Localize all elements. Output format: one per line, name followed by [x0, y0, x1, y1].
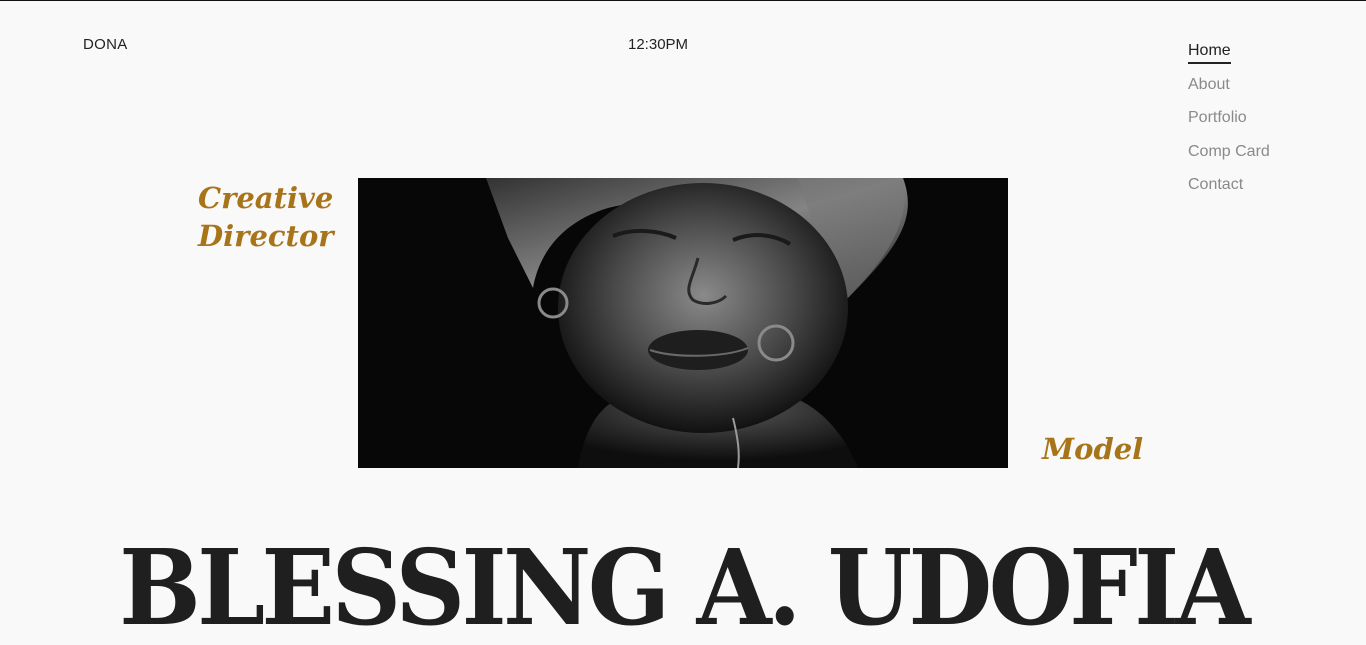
role-label-model: Model [1042, 432, 1144, 466]
nav-item-label: About [1188, 75, 1230, 93]
nav-item-label: Comp Card [1188, 142, 1270, 160]
nav-item-home[interactable]: Home [1188, 34, 1270, 68]
nav-item-contact[interactable]: Contact [1188, 168, 1270, 202]
role-line: Creative [198, 181, 334, 215]
hero-name-heading: BLESSING A. UDOFIA [119, 526, 1251, 645]
nav-item-portfolio[interactable]: Portfolio [1188, 101, 1270, 135]
role-label-creative-director: Creative Director [198, 179, 334, 255]
main-nav: Home About Portfolio Comp Card Contact [1188, 34, 1270, 202]
nav-item-about[interactable]: About [1188, 68, 1270, 102]
nav-item-label: Portfolio [1188, 109, 1247, 126]
nav-item-label: Contact [1188, 176, 1244, 193]
current-time: 12:30PM [628, 36, 689, 53]
role-line: Director [198, 219, 334, 253]
hero-portrait-image [358, 178, 1008, 468]
brand-logo-link[interactable]: DONA [83, 36, 128, 53]
nav-item-label: Home [1188, 42, 1231, 64]
nav-item-comp-card[interactable]: Comp Card [1188, 135, 1270, 169]
portrait-photo-icon [358, 178, 1008, 468]
